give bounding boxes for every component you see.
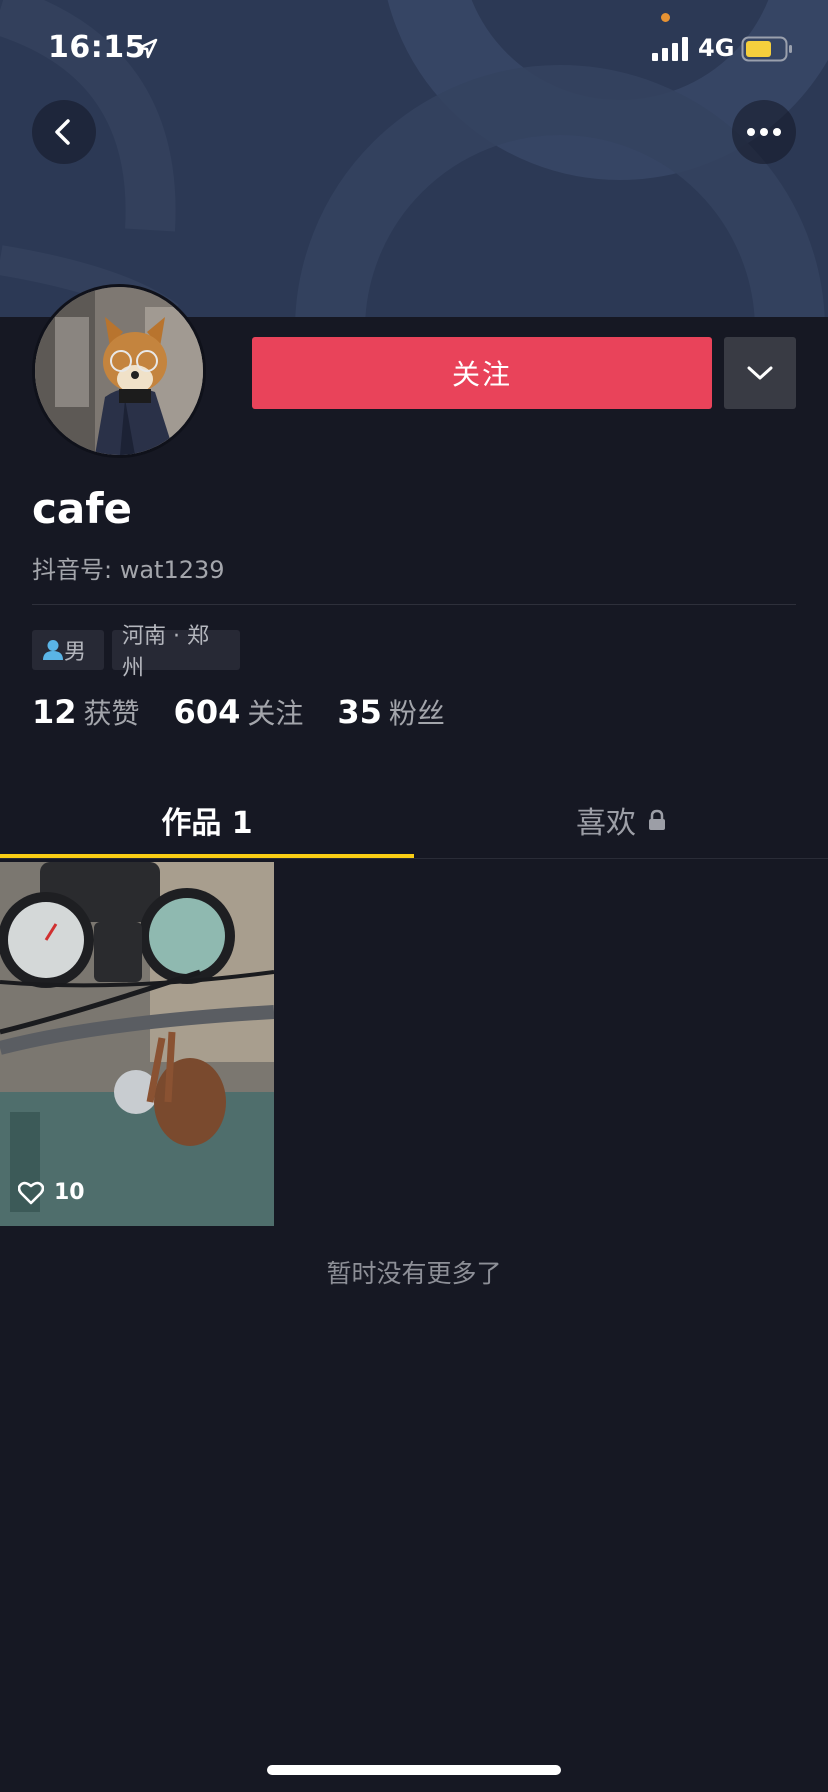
video-like-count: 10 — [18, 1180, 85, 1205]
avatar-image — [35, 287, 203, 455]
location-label: 河南 · 郑州 — [122, 624, 209, 681]
recording-dot — [661, 13, 670, 22]
avatar[interactable] — [32, 284, 206, 458]
recommend-dropdown-button[interactable] — [724, 337, 796, 409]
gender-tag: 男 — [32, 630, 104, 670]
location-arrow-icon — [137, 38, 158, 59]
heart-icon — [18, 1181, 44, 1204]
douyin-id[interactable]: 抖音号: wat1239 — [32, 550, 225, 585]
stat-value: 35 — [337, 693, 382, 731]
location-tag: 河南 · 郑州 — [112, 624, 240, 681]
no-more-text: 暂时没有更多了 — [326, 1259, 502, 1288]
battery-icon — [741, 36, 792, 62]
back-button[interactable] — [32, 100, 96, 164]
network-label: 4G — [698, 34, 735, 62]
more-button[interactable] — [732, 100, 796, 164]
tab-works[interactable]: 作品 1 — [0, 790, 414, 850]
follow-button[interactable]: 关注 — [252, 337, 712, 409]
stat-following[interactable]: 604 关注 — [174, 692, 304, 732]
signal-bars-icon — [652, 37, 688, 61]
gender-label: 男 — [64, 640, 87, 665]
stat-followers[interactable]: 35 粉丝 — [337, 692, 445, 732]
tab-divider — [0, 858, 828, 859]
status-time: 16:15 — [48, 30, 146, 65]
stat-value: 604 — [173, 693, 241, 731]
username: cafe — [32, 484, 132, 533]
tab-likes-label: 喜欢 — [576, 806, 636, 841]
profile-banner: 16:15 4G — [0, 0, 828, 317]
home-indicator[interactable] — [267, 1765, 561, 1775]
stat-label: 关注 — [247, 697, 304, 730]
chevron-left-icon — [55, 119, 70, 145]
more-dots-icon — [747, 128, 781, 136]
lock-icon — [649, 809, 665, 830]
tab-works-label: 作品 1 — [161, 806, 253, 841]
stat-likes[interactable]: 12 获赞 — [32, 692, 140, 732]
video-like-value: 10 — [54, 1180, 85, 1205]
video-thumbnail-image — [0, 862, 274, 1226]
profile-stats: 12 获赞 604 关注 35 粉丝 — [32, 692, 479, 732]
divider — [32, 604, 796, 605]
stat-label: 粉丝 — [388, 697, 445, 730]
chevron-down-icon — [747, 366, 773, 380]
stat-value: 12 — [32, 693, 77, 731]
person-icon — [43, 640, 63, 660]
profile-page: 16:15 4G 关注 cafe 抖音号: wat1239 男 河南 · 郑州 … — [0, 0, 828, 1792]
tab-likes[interactable]: 喜欢 — [414, 790, 828, 850]
video-thumbnail[interactable] — [0, 862, 274, 1226]
stat-label: 获赞 — [83, 697, 140, 730]
